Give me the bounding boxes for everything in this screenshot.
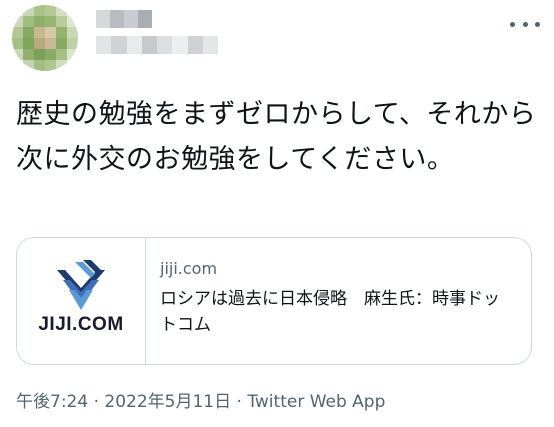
source-app-link[interactable]: Twitter Web App [247, 392, 385, 412]
tweet-meta: 午後7:24 · 2022年5月11日 · Twitter Web App [16, 390, 385, 414]
author-name-obscured[interactable] [96, 10, 152, 28]
dot [535, 21, 540, 27]
tweet-text: 歴史の勉強をまずゼロからして、それから次に外交のお勉強をしてください。 [16, 99, 537, 175]
meta-separator: · [231, 392, 248, 412]
more-options-icon[interactable] [510, 14, 540, 34]
card-title: ロシアは過去に日本侵略 麻生氏：時事ドットコム [160, 289, 500, 335]
dot [522, 21, 528, 27]
tweet-timestamp[interactable]: 午後7:24 · 2022年5月11日 [16, 392, 231, 412]
card-thumbnail: JIJI.COM [17, 238, 146, 364]
jiji-logo-icon [57, 260, 105, 310]
author-handle-obscured[interactable] [96, 36, 218, 54]
avatar[interactable] [12, 5, 78, 71]
card-domain: jiji.com [160, 259, 218, 278]
card-body: jiji.com ロシアは過去に日本侵略 麻生氏：時事ドットコム [146, 238, 531, 364]
card-brand-text: JIJI.COM [38, 314, 124, 335]
dot [510, 21, 515, 27]
link-card[interactable]: JIJI.COM jiji.com ロシアは過去に日本侵略 麻生氏：時事ドットコ… [16, 237, 532, 365]
